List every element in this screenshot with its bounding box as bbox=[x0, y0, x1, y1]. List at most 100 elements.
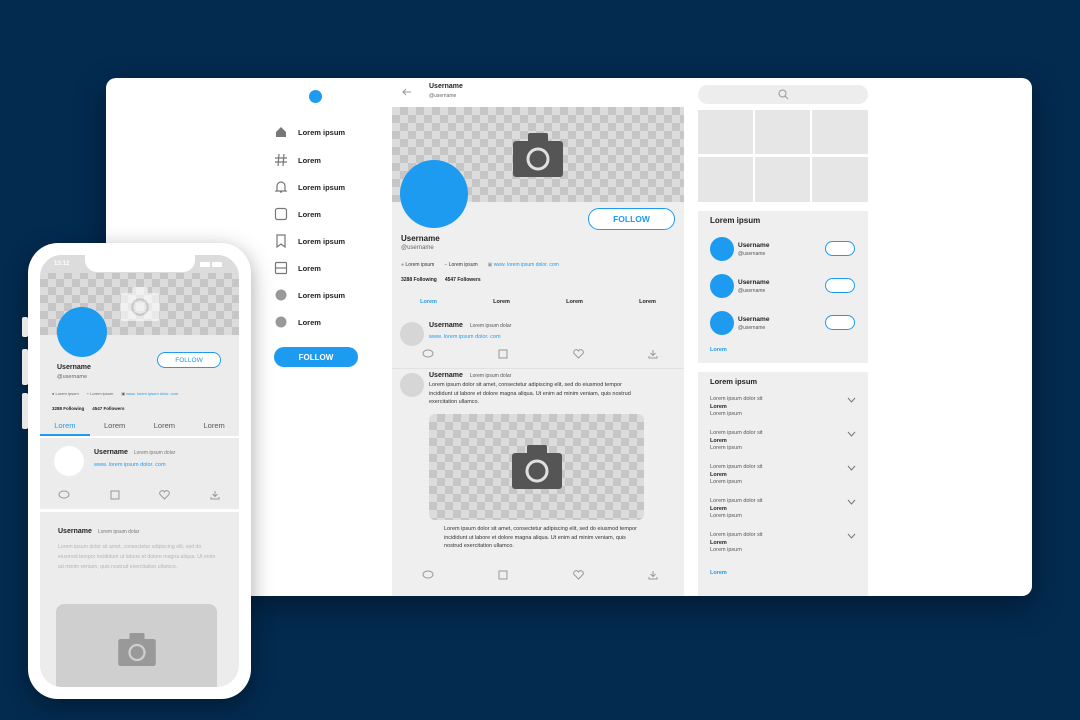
suggestion-avatar[interactable] bbox=[710, 237, 734, 261]
post-author[interactable]: Username bbox=[94, 449, 128, 456]
nav-item-profile[interactable]: Lorem ipsum bbox=[274, 288, 345, 302]
back-arrow-icon[interactable] bbox=[402, 87, 412, 97]
phone-tab-2[interactable]: Lorem bbox=[90, 418, 140, 436]
tab-lorem-1[interactable]: Lorem bbox=[392, 299, 465, 313]
link-icon: ⌁ bbox=[444, 262, 448, 268]
status-icons bbox=[200, 262, 222, 267]
phone-tab-1[interactable]: Lorem bbox=[40, 418, 90, 436]
phone-side-button bbox=[22, 349, 28, 385]
media-thumb[interactable] bbox=[755, 157, 810, 202]
media-thumb[interactable] bbox=[812, 157, 868, 202]
suggestion-follow-button[interactable] bbox=[825, 241, 855, 256]
share-icon[interactable] bbox=[210, 490, 220, 500]
tab-lorem-2[interactable]: Lorem bbox=[465, 299, 538, 313]
nav-follow-button[interactable]: FOLLOW bbox=[274, 347, 358, 367]
comment-icon[interactable] bbox=[58, 490, 70, 500]
profile-handle: @username bbox=[401, 245, 434, 251]
follow-button[interactable]: FOLLOW bbox=[588, 208, 675, 230]
retweet-icon[interactable] bbox=[498, 349, 508, 359]
phone-tab-4[interactable]: Lorem bbox=[189, 418, 239, 436]
suggestion-name[interactable]: Username bbox=[738, 242, 769, 249]
tab-lorem-3[interactable]: Lorem bbox=[538, 299, 611, 313]
suggestion-avatar[interactable] bbox=[710, 311, 734, 335]
camera-icon bbox=[120, 287, 159, 321]
hashtag-icon bbox=[275, 153, 287, 167]
url-meta[interactable]: ▣ www. lorem ipsum dolor. com bbox=[488, 262, 559, 268]
followers-count[interactable]: 4547 Followers bbox=[445, 277, 481, 283]
trend-item[interactable]: Lorem ipsum dolor sit Lorem Lorem ipsum bbox=[710, 531, 860, 554]
phone-profile-handle: @username bbox=[57, 374, 88, 380]
logo[interactable] bbox=[309, 90, 322, 103]
nav-item-notifications[interactable]: Lorem ipsum bbox=[274, 180, 345, 194]
suggestion-follow-button[interactable] bbox=[825, 278, 855, 293]
post-image[interactable] bbox=[429, 414, 644, 520]
trend-item[interactable]: Lorem ipsum dolor sit Lorem Lorem ipsum bbox=[710, 497, 860, 520]
suggestions-more-link[interactable]: Lorem bbox=[710, 347, 727, 353]
tab-lorem-4[interactable]: Lorem bbox=[611, 299, 684, 313]
trends-more-link[interactable]: Lorem bbox=[710, 570, 727, 576]
media-thumb[interactable] bbox=[698, 110, 753, 154]
chevron-down-icon[interactable] bbox=[847, 499, 856, 505]
nav-item-lists[interactable]: Lorem bbox=[274, 261, 321, 275]
suggestion-name[interactable]: Username bbox=[738, 316, 769, 323]
phone-tab-3[interactable]: Lorem bbox=[140, 418, 190, 436]
share-icon[interactable] bbox=[648, 349, 658, 359]
profile-feed: Username @username FOLLOW Username @user… bbox=[392, 78, 684, 596]
nav-item-messages[interactable]: Lorem bbox=[274, 207, 321, 221]
nav-item-explore[interactable]: Lorem bbox=[274, 153, 321, 167]
heart-icon[interactable] bbox=[572, 570, 584, 580]
trends-panel: Lorem ipsum Lorem ipsum dolor sit Lorem … bbox=[698, 372, 868, 596]
profile-avatar[interactable] bbox=[400, 160, 468, 228]
phone-profile-meta: ● Lorem ipsum ⌁ Lorem ipsum ▣ www. lorem… bbox=[52, 391, 178, 396]
media-grid bbox=[698, 110, 868, 202]
following-count[interactable]: 3288 Following bbox=[401, 277, 437, 283]
link-meta: ⌁ Lorem ipsum bbox=[444, 262, 478, 268]
suggestion-avatar[interactable] bbox=[710, 274, 734, 298]
following-count[interactable]: 3288 Following bbox=[52, 406, 84, 411]
followers-count[interactable]: 4547 Followers bbox=[92, 406, 124, 411]
phone-notch bbox=[85, 255, 195, 272]
nav-item-home[interactable]: Lorem ipsum bbox=[274, 125, 345, 139]
url-meta[interactable]: ▣ www. lorem ipsum dolor. com bbox=[121, 391, 178, 396]
suggestion-name[interactable]: Username bbox=[738, 279, 769, 286]
trend-context: Lorem ipsum dolor sit bbox=[710, 430, 763, 436]
comment-icon[interactable] bbox=[422, 570, 434, 580]
post-link[interactable]: www. lorem ipsum dolor. com bbox=[429, 334, 501, 340]
post-author[interactable]: Username bbox=[429, 322, 463, 329]
suggestion-follow-button[interactable] bbox=[825, 315, 855, 330]
chevron-down-icon[interactable] bbox=[847, 465, 856, 471]
chevron-down-icon[interactable] bbox=[847, 397, 856, 403]
share-icon[interactable] bbox=[648, 570, 658, 580]
search-input[interactable] bbox=[698, 85, 868, 104]
heart-icon[interactable] bbox=[572, 349, 584, 359]
nav-item-more[interactable]: Lorem bbox=[274, 315, 321, 329]
retweet-icon[interactable] bbox=[498, 570, 508, 580]
post-link[interactable]: www. lorem ipsum dolor. com bbox=[94, 462, 166, 468]
heart-icon[interactable] bbox=[159, 490, 171, 500]
phone-profile-avatar[interactable] bbox=[57, 307, 107, 357]
circle-icon bbox=[275, 316, 287, 328]
comment-icon[interactable] bbox=[422, 349, 434, 359]
post-author[interactable]: Username bbox=[429, 372, 463, 379]
post-caption: Lorem ipsum dolor sit amet, consectetur … bbox=[444, 526, 637, 550]
media-thumb[interactable] bbox=[698, 157, 753, 202]
post-avatar[interactable] bbox=[400, 373, 424, 397]
chevron-down-icon[interactable] bbox=[847, 431, 856, 437]
post-avatar[interactable] bbox=[54, 446, 84, 476]
media-thumb[interactable] bbox=[755, 110, 810, 154]
post-image[interactable] bbox=[56, 604, 217, 687]
post-author[interactable]: Username bbox=[58, 528, 92, 535]
retweet-icon[interactable] bbox=[110, 490, 120, 500]
trend-item[interactable]: Lorem ipsum dolor sit Lorem Lorem ipsum bbox=[710, 463, 860, 486]
post-meta: Lorem ipsum dolar bbox=[133, 450, 176, 456]
phone-follow-counts: 3288 Following 4547 Followers bbox=[52, 406, 125, 411]
phone-follow-button[interactable]: FOLLOW bbox=[157, 352, 221, 368]
nav-item-bookmarks[interactable]: Lorem ipsum bbox=[274, 234, 345, 248]
trend-item[interactable]: Lorem ipsum dolor sit Lorem Lorem ipsum bbox=[710, 395, 860, 418]
trend-item[interactable]: Lorem ipsum dolor sit Lorem Lorem ipsum bbox=[710, 429, 860, 452]
chevron-down-icon[interactable] bbox=[847, 533, 856, 539]
suggestion-handle: @username bbox=[738, 288, 766, 294]
post-avatar[interactable] bbox=[400, 322, 424, 346]
link-meta: ⌁ Lorem ipsum bbox=[86, 391, 114, 396]
media-thumb[interactable] bbox=[812, 110, 868, 154]
